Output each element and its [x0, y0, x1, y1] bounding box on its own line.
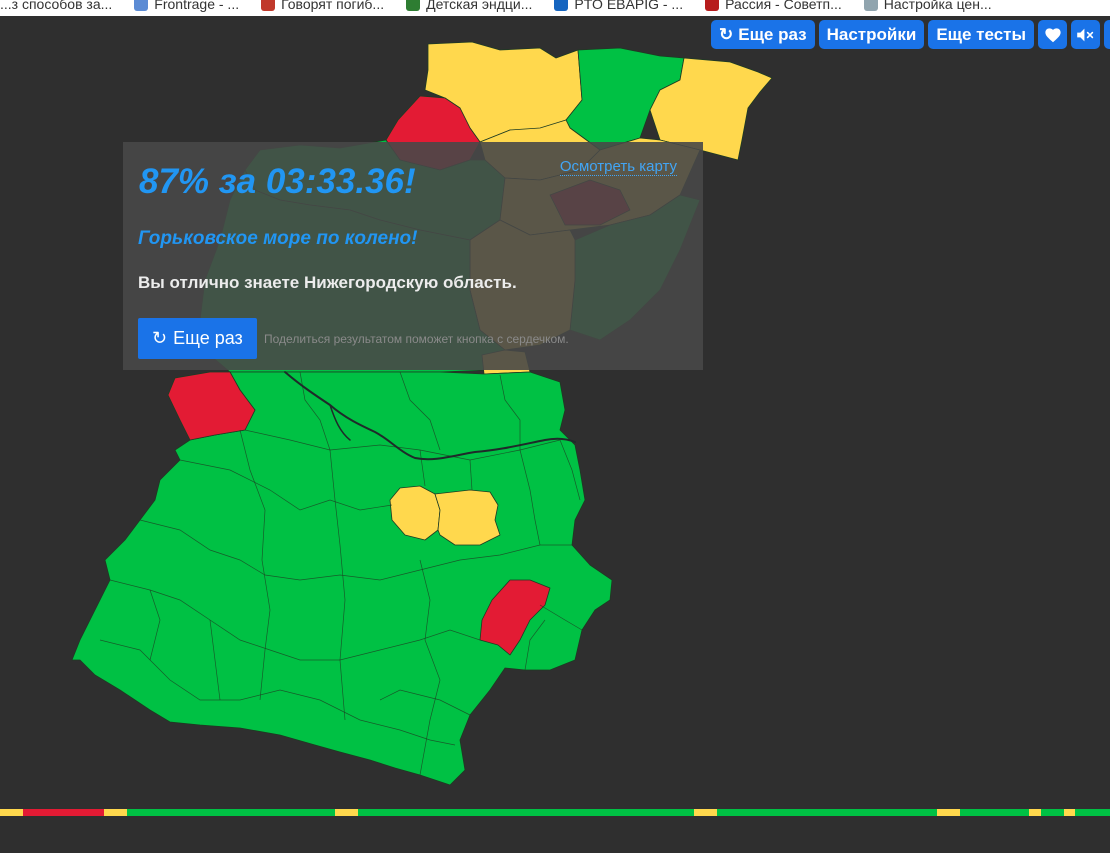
speaker-muted-icon	[1076, 28, 1093, 41]
bookmark-item[interactable]: ...з способов за...	[0, 0, 112, 12]
progress-segment	[23, 809, 105, 816]
map-region-south-main[interactable]	[71, 371, 613, 786]
progress-segment	[104, 809, 128, 816]
bookmark-label: Рассия - Советп...	[725, 0, 842, 12]
result-message: Вы отлично знаете Нижегородскую область.	[138, 273, 517, 292]
progress-segment	[127, 809, 336, 816]
share-heart-button[interactable]	[1038, 20, 1068, 49]
bookmark-favicon-icon	[705, 0, 720, 11]
top-controls: ↻ Еще раз Настройки Еще тесты	[711, 20, 1110, 49]
bookmark-item[interactable]: Говорят погиб...	[261, 0, 384, 12]
progress-segment	[335, 809, 359, 816]
retry-button[interactable]: ↻ Еще раз	[138, 318, 257, 359]
bookmark-item[interactable]: Детская эндци...	[406, 0, 532, 12]
score-text: 87% за 03:33.36!	[139, 162, 416, 201]
region-map	[71, 41, 773, 786]
settings-label: Настройки	[826, 24, 917, 44]
bookmark-favicon-icon	[134, 0, 149, 11]
refresh-icon: ↻	[152, 328, 168, 348]
bookmark-label: Говорят погиб...	[281, 0, 385, 12]
bookmarks-bar: ...з способов за... Frontrage - ... Говоря…	[0, 0, 1110, 16]
progress-segment	[0, 809, 24, 816]
more-tests-label: Еще тесты	[936, 24, 1027, 44]
bookmark-item[interactable]: Frontrage - ...	[134, 0, 239, 12]
map-region-center-yellow-right[interactable]	[434, 489, 501, 546]
progress-segment	[1075, 809, 1110, 816]
more-tests-button[interactable]: Еще тесты	[928, 20, 1035, 49]
bookmark-item[interactable]: Настройка цен...	[863, 0, 992, 12]
result-panel: 87% за 03:33.36! Осмотреть карту Горьков…	[123, 142, 703, 370]
progress-strip	[0, 809, 1110, 816]
bookmark-label: ...з способов за...	[0, 0, 113, 12]
close-button[interactable]	[1104, 20, 1110, 49]
progress-segment	[1040, 809, 1064, 816]
result-subtitle: Горьковское море по колено!	[138, 228, 418, 249]
view-map-link[interactable]: Осмотреть карту	[559, 158, 677, 176]
progress-segment	[693, 809, 717, 816]
bookmark-item[interactable]: Рассия - Советп...	[705, 0, 842, 12]
bookmark-label: PTO EBAPIG - ...	[574, 0, 684, 12]
bookmark-label: Frontrage - ...	[154, 0, 240, 12]
retry-button-label: Еще раз	[173, 328, 243, 348]
progress-segment	[1063, 809, 1076, 816]
refresh-icon: ↻	[719, 24, 734, 44]
bookmark-favicon-icon	[261, 0, 276, 11]
bookmark-favicon-icon	[406, 0, 421, 11]
share-hint: Поделиться результатом поможет кнопка с …	[264, 332, 569, 346]
progress-segment	[1029, 809, 1041, 816]
progress-segment	[716, 809, 937, 816]
settings-button[interactable]: Настройки	[818, 20, 925, 49]
retry-top-button[interactable]: ↻ Еще раз	[711, 20, 815, 49]
progress-segment	[959, 809, 1030, 816]
mute-button[interactable]	[1071, 20, 1101, 49]
bookmark-favicon-icon	[863, 0, 878, 11]
bookmark-favicon-icon	[554, 0, 569, 11]
progress-segment	[936, 809, 960, 816]
bookmark-label: Настройка цен...	[883, 0, 992, 12]
bookmark-item[interactable]: PTO EBAPIG - ...	[554, 0, 683, 12]
bookmark-label: Детская эндци...	[426, 0, 533, 12]
progress-segment	[358, 809, 694, 816]
retry-top-label: Еще раз	[738, 24, 807, 44]
game-viewport: ...з способов за... Frontrage - ... Говоря…	[0, 0, 1110, 853]
heart-icon	[1044, 27, 1061, 42]
